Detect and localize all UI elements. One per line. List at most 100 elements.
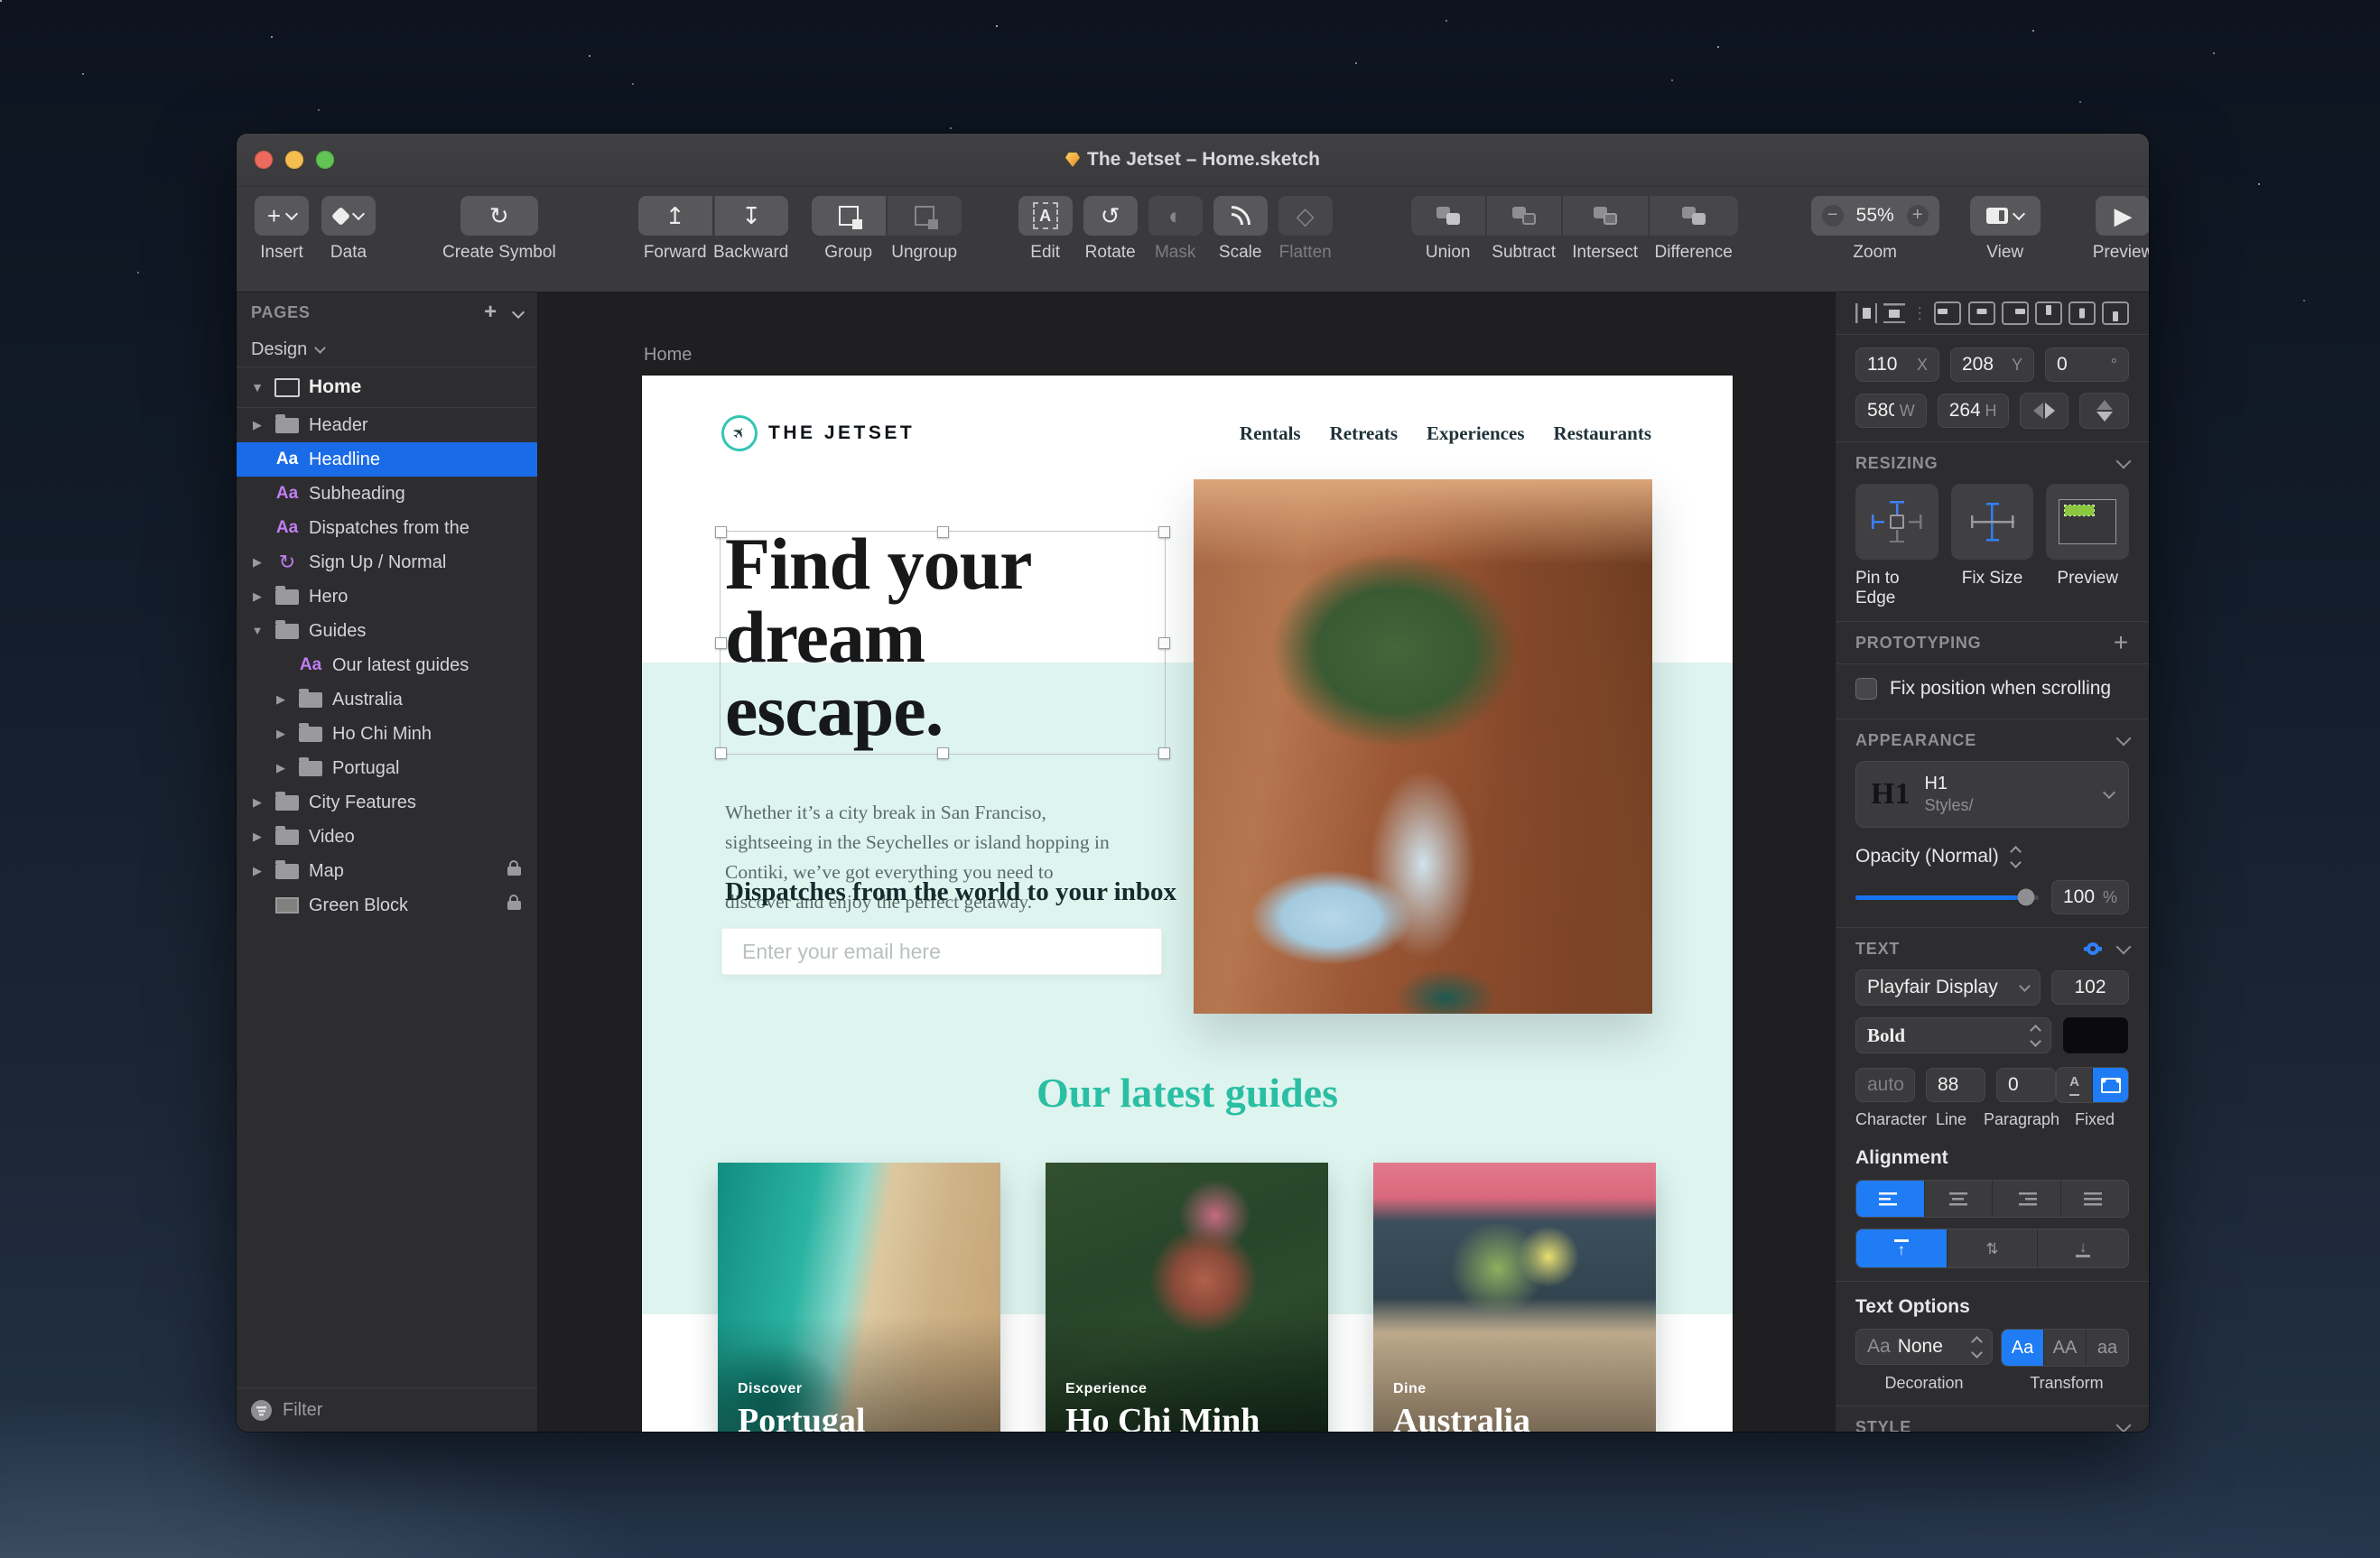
zoom-window-button[interactable] [316, 151, 334, 169]
layer-row[interactable]: Aa↻ Green Block [237, 888, 537, 923]
appearance-header[interactable]: APPEARANCE [1855, 719, 2132, 761]
decoration-dropdown[interactable]: Aa None [1855, 1329, 1993, 1365]
add-prototype-button[interactable]: + [2114, 630, 2129, 655]
union-button[interactable]: Union [1410, 196, 1486, 263]
create-symbol-button[interactable]: ↻ Create Symbol [442, 196, 556, 263]
text-style-selector[interactable]: H1 H1 Styles/ [1855, 761, 2129, 828]
layer-row[interactable]: Aa↻ Video [237, 820, 537, 854]
opacity-slider[interactable] [1855, 888, 2039, 906]
view-button[interactable]: View [1969, 196, 2041, 263]
align-center-horizontal-icon[interactable] [1967, 301, 1995, 325]
text-color-swatch[interactable] [2062, 1016, 2129, 1054]
edit-button[interactable]: A Edit [1018, 196, 1073, 263]
email-input[interactable] [721, 928, 1162, 975]
fix-position-row[interactable]: Fix position when scrolling [1855, 664, 2129, 713]
difference-button[interactable]: Difference [1649, 196, 1739, 263]
disclosure-triangle-icon[interactable] [273, 760, 289, 776]
align-bottom-button[interactable]: ↓ [2037, 1229, 2128, 1267]
align-top-button[interactable]: ↑ [1856, 1229, 1947, 1267]
guide-card[interactable]: Dine Australia [1373, 1163, 1656, 1432]
disclosure-triangle-icon[interactable] [273, 691, 289, 708]
minimize-button[interactable] [285, 151, 303, 169]
align-right-icon[interactable] [2001, 301, 2029, 325]
filter-bar[interactable]: Filter [237, 1387, 537, 1432]
disclosure-triangle-icon[interactable] [249, 417, 265, 433]
align-top-icon[interactable] [2034, 301, 2062, 325]
font-family-dropdown[interactable]: Playfair Display [1855, 969, 2041, 1006]
artboard-label[interactable]: Home [644, 345, 692, 366]
pages-expand-icon[interactable] [511, 305, 525, 320]
layer-row[interactable]: Aa↻ Headline [237, 442, 537, 477]
nav-link[interactable]: Experiences [1427, 422, 1524, 445]
distribute-horizontally-icon[interactable] [1855, 303, 1877, 323]
align-middle-vertical-icon[interactable] [2068, 301, 2096, 325]
selection-handle[interactable] [1158, 526, 1170, 538]
rotation-field[interactable]: ° [2045, 348, 2129, 382]
guide-card[interactable]: Discover Portugal [718, 1163, 1000, 1432]
prototyping-header[interactable]: PROTOTYPING + [1855, 622, 2129, 663]
x-field[interactable]: X [1855, 348, 1939, 382]
backward-button[interactable]: ↧ Backward [713, 196, 789, 263]
resize-preview-option[interactable]: Preview [2046, 484, 2130, 608]
height-field[interactable]: H [1937, 394, 2009, 428]
style-section-header[interactable]: STYLE [1855, 1406, 2132, 1432]
data-button[interactable]: Data [321, 196, 376, 263]
transform-uppercase-button[interactable]: AA [2043, 1330, 2086, 1366]
align-text-justify-button[interactable] [2059, 1181, 2129, 1217]
width-field[interactable]: W [1855, 394, 1927, 428]
preview-button[interactable]: ▶ Preview [2093, 196, 2149, 263]
align-left-icon[interactable] [1934, 301, 1962, 325]
disclosure-triangle-icon[interactable] [249, 589, 265, 605]
align-bottom-icon[interactable] [2102, 301, 2129, 325]
font-size-field[interactable] [2051, 970, 2129, 1005]
flatten-button[interactable]: ◇ Flatten [1278, 196, 1333, 263]
guides-title[interactable]: Our latest guides [642, 1069, 1733, 1117]
mask-button[interactable]: ◐ Mask [1148, 196, 1203, 263]
fix-size-option[interactable]: Fix Size [1950, 484, 2034, 608]
zoom-in-button[interactable]: + [1906, 205, 1929, 227]
text-section-header[interactable]: TEXT [1855, 928, 2132, 969]
disclosure-triangle-icon[interactable] [249, 554, 265, 570]
distribute-vertically-icon[interactable] [1883, 303, 1906, 323]
flip-horizontal-button[interactable] [2019, 393, 2069, 429]
guide-card[interactable]: Experience Ho Chi Minh [1046, 1163, 1328, 1432]
layer-row[interactable]: Aa↻ Sign Up / Normal [237, 545, 537, 580]
gear-icon[interactable] [2084, 940, 2102, 958]
disclosure-triangle-icon[interactable] [249, 794, 265, 811]
transform-none-button[interactable]: Aa [2002, 1330, 2043, 1366]
layer-row[interactable]: Aa↻ Ho Chi Minh [237, 717, 537, 751]
ungroup-button[interactable]: Ungroup [887, 196, 962, 263]
scale-button[interactable]: Scale [1213, 196, 1268, 263]
add-page-button[interactable]: + [484, 301, 497, 323]
opacity-blend-stepper[interactable] [2009, 845, 2022, 868]
align-text-center-button[interactable] [1923, 1181, 1993, 1217]
disclosure-triangle-icon[interactable] [273, 726, 289, 742]
insert-button[interactable]: + Insert [255, 196, 309, 263]
artboard-row-home[interactable]: ▼ Home [237, 366, 537, 408]
layer-row[interactable]: Aa↻ City Features [237, 785, 537, 820]
disclosure-triangle-icon[interactable]: ▼ [249, 380, 265, 394]
resizing-header[interactable]: RESIZING [1855, 442, 2132, 484]
layer-row[interactable]: Aa↻ Hero [237, 580, 537, 614]
line-spacing-field[interactable] [1926, 1068, 1985, 1102]
close-button[interactable] [255, 151, 273, 169]
auto-width-button[interactable]: A [2057, 1068, 2092, 1102]
subtract-button[interactable]: Subtract [1486, 196, 1562, 263]
disclosure-triangle-icon[interactable] [249, 863, 265, 879]
dispatch-heading[interactable]: Dispatches from the world to your inbox [725, 877, 1176, 907]
align-text-left-button[interactable] [1856, 1181, 1924, 1217]
layer-row[interactable]: Aa↻ Map [237, 854, 537, 888]
nav-link[interactable]: Restaurants [1554, 422, 1652, 445]
align-middle-button[interactable]: ⇅ [1946, 1229, 2038, 1267]
fixed-width-button[interactable] [2092, 1068, 2128, 1102]
layer-row[interactable]: Aa↻ Subheading [237, 477, 537, 511]
selection-handle[interactable] [1158, 637, 1170, 649]
flip-vertical-button[interactable] [2079, 393, 2129, 429]
pin-to-edge-option[interactable]: Pin to Edge [1855, 484, 1938, 608]
nav-link[interactable]: Rentals [1240, 422, 1301, 445]
artboard-home[interactable]: ✈ THE JETSET Rentals Retreats Experiences R… [642, 376, 1733, 1432]
opacity-slider-knob[interactable] [2017, 888, 2035, 906]
transform-lowercase-button[interactable]: aa [2086, 1330, 2128, 1366]
rotate-button[interactable]: ↺ Rotate [1083, 196, 1138, 263]
layer-row[interactable]: Aa↻ Our latest guides [237, 648, 537, 682]
